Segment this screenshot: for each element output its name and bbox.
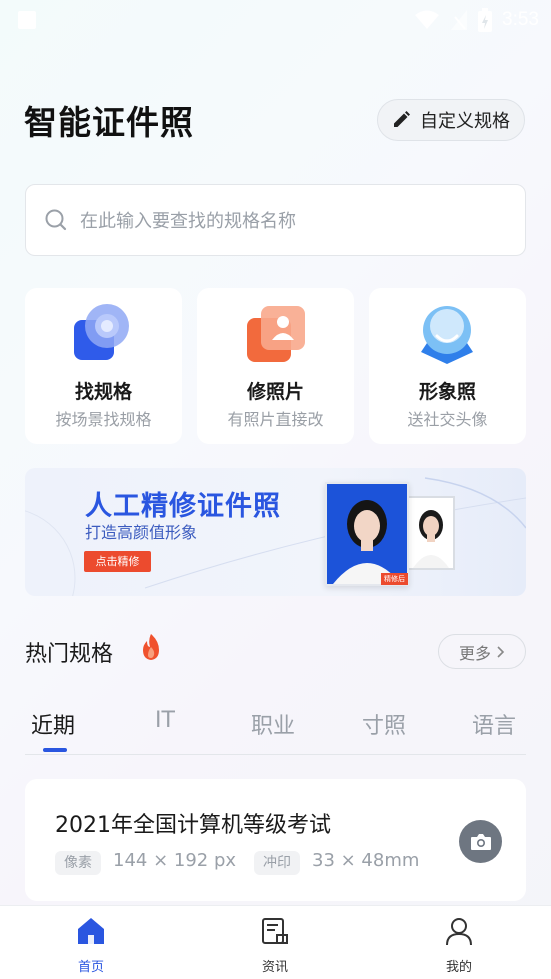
more-label: 更多	[458, 643, 491, 663]
search-placeholder: 在此输入要查找的规格名称	[80, 211, 296, 232]
feature-card-edit-photo[interactable]: 修照片 有照片直接改	[197, 288, 354, 444]
pixel-tag: 像素	[55, 851, 101, 875]
pencil-icon	[394, 111, 410, 127]
banner-retouch-button[interactable]: 点击精修	[84, 551, 151, 572]
nav-label: 我的	[445, 960, 472, 975]
tab-recent[interactable]: 近期	[31, 708, 75, 740]
nav-home[interactable]: 首页	[31, 906, 151, 979]
custom-spec-label: 自定义规格	[420, 111, 510, 132]
nav-label: 资讯	[261, 960, 288, 975]
feature-title: 形象照	[418, 381, 476, 403]
more-button[interactable]: 更多	[438, 634, 526, 669]
feature-subtitle: 送社交头像	[407, 410, 488, 429]
page-title: 智能证件照	[24, 103, 194, 142]
tab-language[interactable]: 语言	[472, 708, 516, 740]
status-bar: 3:53	[0, 0, 551, 40]
photo-tag: 精修后	[381, 573, 408, 585]
print-value: 33 × 48mm	[312, 850, 420, 871]
camera-button[interactable]	[459, 820, 502, 863]
chevron-right-icon	[497, 645, 505, 658]
tab-indicator	[43, 748, 67, 752]
wifi-icon	[415, 10, 440, 29]
feature-title: 修照片	[246, 381, 304, 403]
camera-icon	[470, 833, 491, 850]
spec-card[interactable]: 2021年全国计算机等级考试 像素 144 × 192 px 冲印 33 × 4…	[25, 779, 526, 901]
battery-icon	[478, 8, 493, 32]
notification-icon	[18, 11, 36, 29]
home-icon	[78, 918, 104, 944]
search-input[interactable]: 在此输入要查找的规格名称	[25, 184, 526, 256]
sample-photo-large	[325, 482, 409, 586]
category-tabs: 近期 IT 职业 寸照 语言	[25, 700, 526, 755]
feature-subtitle: 按场景找规格	[55, 410, 152, 429]
banner-subtitle: 打造高颜值形象	[85, 523, 198, 542]
tab-profession[interactable]: 职业	[251, 708, 295, 740]
feature-cards: 找规格 按场景找规格 修照片 有照片直接改 形象照 送社交头像	[25, 288, 526, 444]
custom-spec-button[interactable]: 自定义规格	[377, 99, 525, 141]
pixel-value: 144 × 192 px	[113, 850, 237, 871]
fire-icon	[143, 634, 159, 660]
sample-photo-small	[407, 496, 455, 570]
retouch-banner[interactable]: 人工精修证件照 打造高颜值形象 点击精修 精修后	[25, 468, 526, 596]
user-icon	[446, 918, 472, 946]
tab-it[interactable]: IT	[155, 708, 175, 733]
spec-title: 2021年全国计算机等级考试	[55, 813, 331, 838]
nav-mine[interactable]: 我的	[399, 906, 519, 979]
nav-label: 首页	[77, 960, 104, 975]
search-spec-icon	[74, 304, 129, 360]
news-icon	[262, 918, 288, 944]
feature-card-avatar[interactable]: 形象照 送社交头像	[369, 288, 526, 444]
feature-card-find-spec[interactable]: 找规格 按场景找规格	[25, 288, 182, 444]
tab-inch-photo[interactable]: 寸照	[362, 708, 406, 740]
nav-news[interactable]: 资讯	[215, 906, 335, 979]
avatar-icon	[421, 306, 473, 364]
hot-specs-title: 热门规格	[25, 642, 114, 667]
signal-icon	[451, 10, 468, 30]
bottom-nav: 首页 资讯 我的	[0, 905, 551, 979]
banner-title: 人工精修证件照	[85, 491, 281, 522]
edit-photo-icon	[247, 306, 305, 362]
feature-subtitle: 有照片直接改	[227, 410, 324, 429]
status-time: 3:53	[502, 9, 539, 30]
print-tag: 冲印	[254, 851, 300, 875]
search-icon	[45, 209, 67, 231]
feature-title: 找规格	[74, 381, 132, 403]
